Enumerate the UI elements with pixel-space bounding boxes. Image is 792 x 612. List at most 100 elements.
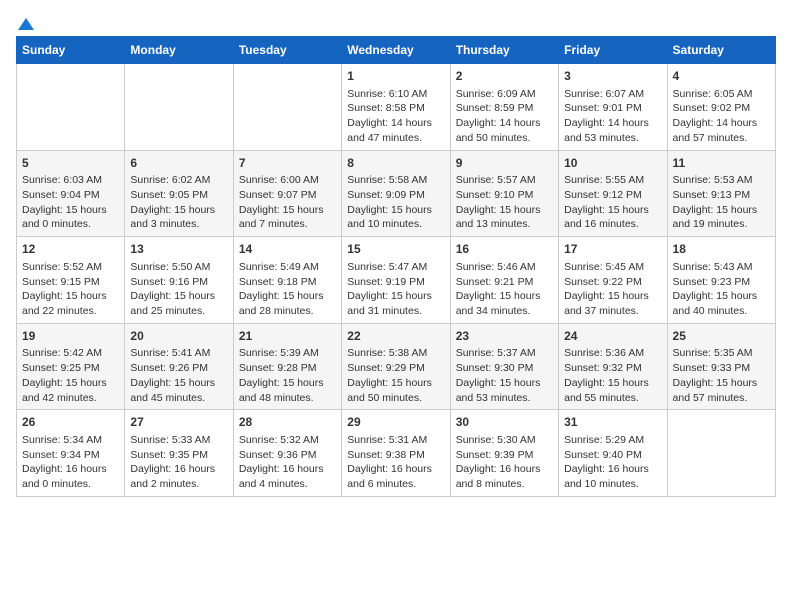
sunrise-text: Sunrise: 6:09 AM bbox=[456, 87, 553, 102]
day-cell: 1 Sunrise: 6:10 AMSunset: 8:58 PMDaylight… bbox=[342, 64, 450, 151]
sunrise-text: Sunrise: 5:36 AM bbox=[564, 346, 661, 361]
day-number: 11 bbox=[673, 155, 770, 172]
sunrise-text: Sunrise: 5:42 AM bbox=[22, 346, 119, 361]
daylight-text: Daylight: 16 hours and 4 minutes. bbox=[239, 462, 336, 491]
sunrise-text: Sunrise: 5:39 AM bbox=[239, 346, 336, 361]
day-cell: 27Sunrise: 5:33 AMSunset: 9:35 PMDayligh… bbox=[125, 410, 233, 497]
day-cell: 26Sunrise: 5:34 AMSunset: 9:34 PMDayligh… bbox=[17, 410, 125, 497]
sunrise-text: Sunrise: 5:57 AM bbox=[456, 173, 553, 188]
daylight-text: Daylight: 15 hours and 45 minutes. bbox=[130, 376, 227, 405]
day-number: 28 bbox=[239, 414, 336, 431]
day-cell: 10Sunrise: 5:55 AMSunset: 9:12 PMDayligh… bbox=[559, 150, 667, 237]
sunrise-text: Sunrise: 5:41 AM bbox=[130, 346, 227, 361]
daylight-text: Daylight: 15 hours and 16 minutes. bbox=[564, 203, 661, 232]
daylight-text: Daylight: 15 hours and 3 minutes. bbox=[130, 203, 227, 232]
sunrise-text: Sunrise: 5:33 AM bbox=[130, 433, 227, 448]
sunrise-text: Sunrise: 5:49 AM bbox=[239, 260, 336, 275]
sunrise-text: Sunrise: 5:43 AM bbox=[673, 260, 770, 275]
daylight-text: Daylight: 15 hours and 7 minutes. bbox=[239, 203, 336, 232]
day-cell: 30Sunrise: 5:30 AMSunset: 9:39 PMDayligh… bbox=[450, 410, 558, 497]
daylight-text: Daylight: 16 hours and 10 minutes. bbox=[564, 462, 661, 491]
daylight-text: Daylight: 15 hours and 55 minutes. bbox=[564, 376, 661, 405]
sunset-text: Sunset: 9:12 PM bbox=[564, 188, 661, 203]
weekday-header-row: SundayMondayTuesdayWednesdayThursdayFrid… bbox=[17, 37, 776, 64]
sunrise-text: Sunrise: 6:02 AM bbox=[130, 173, 227, 188]
day-cell: 15Sunrise: 5:47 AMSunset: 9:19 PMDayligh… bbox=[342, 237, 450, 324]
sunset-text: Sunset: 9:38 PM bbox=[347, 448, 444, 463]
daylight-text: Daylight: 16 hours and 6 minutes. bbox=[347, 462, 444, 491]
daylight-text: Daylight: 15 hours and 37 minutes. bbox=[564, 289, 661, 318]
sunrise-text: Sunrise: 5:55 AM bbox=[564, 173, 661, 188]
sunset-text: Sunset: 9:10 PM bbox=[456, 188, 553, 203]
sunset-text: Sunset: 9:13 PM bbox=[673, 188, 770, 203]
day-number: 1 bbox=[347, 68, 444, 85]
week-row-5: 26Sunrise: 5:34 AMSunset: 9:34 PMDayligh… bbox=[17, 410, 776, 497]
sunset-text: Sunset: 9:21 PM bbox=[456, 275, 553, 290]
daylight-text: Daylight: 15 hours and 42 minutes. bbox=[22, 376, 119, 405]
sunrise-text: Sunrise: 6:03 AM bbox=[22, 173, 119, 188]
sunrise-text: Sunrise: 5:53 AM bbox=[673, 173, 770, 188]
sunset-text: Sunset: 9:35 PM bbox=[130, 448, 227, 463]
daylight-text: Daylight: 14 hours and 57 minutes. bbox=[673, 116, 770, 145]
day-cell: 24Sunrise: 5:36 AMSunset: 9:32 PMDayligh… bbox=[559, 323, 667, 410]
logo bbox=[16, 16, 36, 28]
day-number: 13 bbox=[130, 241, 227, 258]
day-cell: 18Sunrise: 5:43 AMSunset: 9:23 PMDayligh… bbox=[667, 237, 775, 324]
day-number: 5 bbox=[22, 155, 119, 172]
day-cell: 11Sunrise: 5:53 AMSunset: 9:13 PMDayligh… bbox=[667, 150, 775, 237]
daylight-text: Daylight: 15 hours and 31 minutes. bbox=[347, 289, 444, 318]
day-cell: 16Sunrise: 5:46 AMSunset: 9:21 PMDayligh… bbox=[450, 237, 558, 324]
sunset-text: Sunset: 9:39 PM bbox=[456, 448, 553, 463]
page-header bbox=[16, 16, 776, 28]
week-row-2: 5Sunrise: 6:03 AMSunset: 9:04 PMDaylight… bbox=[17, 150, 776, 237]
day-number: 21 bbox=[239, 328, 336, 345]
week-row-4: 19Sunrise: 5:42 AMSunset: 9:25 PMDayligh… bbox=[17, 323, 776, 410]
daylight-text: Daylight: 15 hours and 19 minutes. bbox=[673, 203, 770, 232]
day-number: 17 bbox=[564, 241, 661, 258]
weekday-thursday: Thursday bbox=[450, 37, 558, 64]
day-cell bbox=[17, 64, 125, 151]
day-number: 24 bbox=[564, 328, 661, 345]
day-number: 4 bbox=[673, 68, 770, 85]
sunrise-text: Sunrise: 5:31 AM bbox=[347, 433, 444, 448]
sunrise-text: Sunrise: 5:50 AM bbox=[130, 260, 227, 275]
daylight-text: Daylight: 15 hours and 10 minutes. bbox=[347, 203, 444, 232]
sunset-text: Sunset: 9:28 PM bbox=[239, 361, 336, 376]
weekday-monday: Monday bbox=[125, 37, 233, 64]
day-number: 15 bbox=[347, 241, 444, 258]
sunset-text: Sunset: 8:58 PM bbox=[347, 101, 444, 116]
sunset-text: Sunset: 9:22 PM bbox=[564, 275, 661, 290]
day-number: 22 bbox=[347, 328, 444, 345]
day-number: 23 bbox=[456, 328, 553, 345]
day-cell: 22Sunrise: 5:38 AMSunset: 9:29 PMDayligh… bbox=[342, 323, 450, 410]
sunrise-text: Sunrise: 6:05 AM bbox=[673, 87, 770, 102]
sunset-text: Sunset: 8:59 PM bbox=[456, 101, 553, 116]
day-cell: 6Sunrise: 6:02 AMSunset: 9:05 PMDaylight… bbox=[125, 150, 233, 237]
sunrise-text: Sunrise: 5:29 AM bbox=[564, 433, 661, 448]
day-number: 7 bbox=[239, 155, 336, 172]
daylight-text: Daylight: 15 hours and 28 minutes. bbox=[239, 289, 336, 318]
sunrise-text: Sunrise: 6:00 AM bbox=[239, 173, 336, 188]
week-row-1: 1Sunrise: 6:10 AMSunset: 8:58 PMDaylight… bbox=[17, 64, 776, 151]
calendar-table: SundayMondayTuesdayWednesdayThursdayFrid… bbox=[16, 36, 776, 497]
day-cell: 7Sunrise: 6:00 AMSunset: 9:07 PMDaylight… bbox=[233, 150, 341, 237]
day-cell: 13Sunrise: 5:50 AMSunset: 9:16 PMDayligh… bbox=[125, 237, 233, 324]
day-number: 31 bbox=[564, 414, 661, 431]
sunset-text: Sunset: 9:33 PM bbox=[673, 361, 770, 376]
day-number: 26 bbox=[22, 414, 119, 431]
daylight-text: Daylight: 15 hours and 34 minutes. bbox=[456, 289, 553, 318]
sunset-text: Sunset: 9:34 PM bbox=[22, 448, 119, 463]
day-number: 19 bbox=[22, 328, 119, 345]
sunset-text: Sunset: 9:16 PM bbox=[130, 275, 227, 290]
sunrise-text: Sunrise: 6:10 AM bbox=[347, 87, 444, 102]
day-cell: 23Sunrise: 5:37 AMSunset: 9:30 PMDayligh… bbox=[450, 323, 558, 410]
sunset-text: Sunset: 9:36 PM bbox=[239, 448, 336, 463]
sunset-text: Sunset: 9:05 PM bbox=[130, 188, 227, 203]
day-cell: 29Sunrise: 5:31 AMSunset: 9:38 PMDayligh… bbox=[342, 410, 450, 497]
daylight-text: Daylight: 14 hours and 47 minutes. bbox=[347, 116, 444, 145]
sunrise-text: Sunrise: 5:58 AM bbox=[347, 173, 444, 188]
day-number: 20 bbox=[130, 328, 227, 345]
sunset-text: Sunset: 9:07 PM bbox=[239, 188, 336, 203]
day-cell: 21Sunrise: 5:39 AMSunset: 9:28 PMDayligh… bbox=[233, 323, 341, 410]
weekday-sunday: Sunday bbox=[17, 37, 125, 64]
